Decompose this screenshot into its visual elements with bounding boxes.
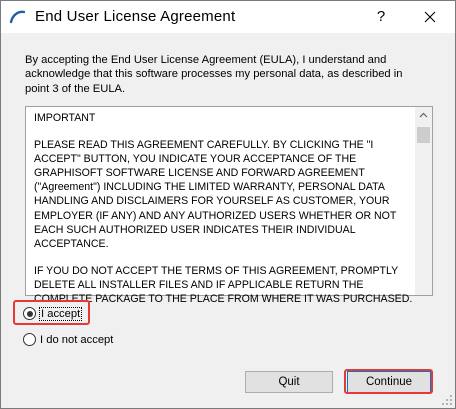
eula-content: IMPORTANT PLEASE READ THIS AGREEMENT CAR… (34, 111, 414, 319)
eula-dialog: End User License Agreement ? By acceptin… (0, 0, 456, 409)
decline-radio[interactable] (23, 333, 36, 346)
window-title: End User License Agreement (35, 8, 236, 25)
decline-label: I do not accept (40, 333, 114, 346)
quit-button[interactable]: Quit (245, 371, 333, 393)
continue-button[interactable]: Continue (347, 371, 431, 393)
title-bar: End User License Agreement ? (1, 1, 455, 33)
eula-paragraph-1: PLEASE READ THIS AGREEMENT CAREFULLY. BY… (34, 139, 397, 250)
close-icon (424, 11, 436, 23)
eula-text-box[interactable]: IMPORTANT PLEASE READ THIS AGREEMENT CAR… (25, 106, 433, 305)
accept-radio[interactable] (23, 307, 36, 320)
resize-grip-icon[interactable] (441, 394, 453, 406)
intro-text: By accepting the End User License Agreem… (25, 54, 403, 95)
help-button[interactable]: ? (363, 1, 399, 33)
eula-heading: IMPORTANT (34, 112, 96, 124)
chevron-up-icon (419, 112, 428, 118)
accept-option[interactable]: I accept (23, 306, 83, 321)
scroll-thumb[interactable] (417, 127, 430, 143)
close-button[interactable] (407, 1, 453, 33)
scroll-up-button[interactable] (415, 107, 432, 124)
graphisoft-arc-icon (9, 10, 25, 24)
accept-label: I accept (38, 306, 83, 321)
eula-paragraph-2: IF YOU DO NOT ACCEPT THE TERMS OF THIS A… (34, 264, 413, 306)
eula-scrollbar[interactable] (415, 107, 432, 295)
decline-option[interactable]: I do not accept (23, 333, 113, 346)
